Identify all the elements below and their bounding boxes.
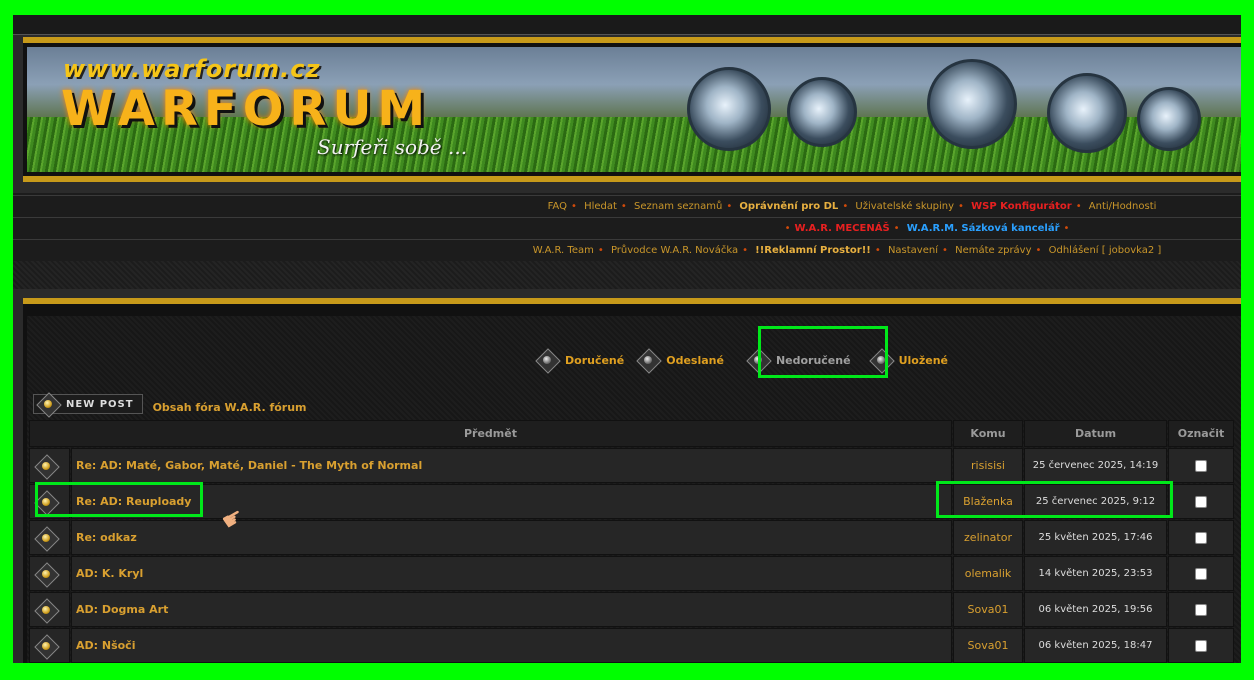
message-icon [36,600,56,620]
breadcrumb[interactable]: Obsah fóra W.A.R. fórum [153,401,307,414]
nav-wsp-configurator[interactable]: WSP Konfigurátor [971,201,1072,212]
message-mark-cell [1168,484,1234,519]
nav-ad-space[interactable]: !!Reklamní Prostor!! [755,245,871,256]
message-recipient[interactable]: zelinator [953,520,1023,555]
table-row[interactable]: AD: Nšoči Sova01 06 květen 2025, 18:47 [29,628,1237,663]
message-mark-cell [1168,448,1234,483]
nav-search[interactable]: Hledat [584,201,617,212]
header-date: Datum [1024,420,1167,447]
folder-sent[interactable]: Odeslané [638,350,724,370]
pm-folder-tabs: Doručené Odeslané Nedoručené Uložené [537,346,962,374]
message-date: 06 květen 2025, 19:56 [1024,592,1167,627]
table-row[interactable]: AD: Dogma Art Sova01 06 květen 2025, 19:56 [29,592,1237,628]
mark-checkbox[interactable] [1195,531,1207,544]
new-post-icon [38,394,58,414]
banner-slogan: Surfeři sobě ... [317,135,468,159]
nav-newbie-guide[interactable]: Průvodce W.A.R. Nováčka [611,245,738,256]
mark-checkbox[interactable] [1195,459,1207,472]
speaker-graphic [687,67,771,151]
message-icon [36,564,56,584]
folder-icon [638,350,658,370]
message-subject[interactable]: AD: K. Kryl [71,556,952,591]
divider-band [13,261,1241,289]
nav-anti-ranks[interactable]: Anti/Hodnosti [1089,201,1157,212]
nav-dl-permissions[interactable]: Oprávnění pro DL [739,201,838,212]
new-post-button[interactable]: NEW POST [33,394,143,414]
forum-page: www.warforum.cz WARFORUM Surfeři sobě ..… [13,15,1241,663]
message-mark-cell [1168,628,1234,663]
message-mark-cell [1168,520,1234,555]
mark-checkbox[interactable] [1195,495,1207,508]
speaker-graphic [1047,73,1127,153]
message-icon [36,528,56,548]
banner-url-text: www.warforum.cz [63,55,321,83]
table-row[interactable]: Re: odkaz zelinator 25 květen 2025, 17:46 [29,520,1237,556]
speaker-graphic [927,59,1017,149]
speaker-graphic [1137,87,1201,151]
nav-logout[interactable]: Odhlášení [ jobovka2 ] [1049,245,1162,256]
message-recipient[interactable]: Sova01 [953,628,1023,663]
message-icon-cell [29,628,70,663]
message-icon [36,636,56,656]
header-to: Komu [953,420,1023,447]
message-date: 25 květen 2025, 17:46 [1024,520,1167,555]
message-date: 14 květen 2025, 23:53 [1024,556,1167,591]
top-strip [13,15,1241,35]
message-recipient[interactable]: risisisi [953,448,1023,483]
nav-row-2: • W.A.R. MECENÁŠ • W.A.R.M. Sázková kancel… [13,217,1241,239]
header-mark: Označit [1168,420,1234,447]
mark-checkbox[interactable] [1195,567,1207,580]
banner-logo: WARFORUM [61,81,432,137]
message-mark-cell [1168,592,1234,627]
folder-inbox[interactable]: Doručené [537,350,624,370]
folder-icon [537,350,557,370]
toolbar: NEW POST Obsah fóra W.A.R. fórum [33,392,307,416]
nav-usergroups[interactable]: Uživatelské skupiny [855,201,954,212]
site-banner[interactable]: www.warforum.cz WARFORUM Surfeři sobě ..… [27,47,1241,172]
message-subject[interactable]: Re: odkaz [71,520,952,555]
nav-settings[interactable]: Nastavení [888,245,938,256]
message-icon [36,456,56,476]
table-row[interactable]: Re: AD: Maté, Gabor, Maté, Daniel - The … [29,448,1237,484]
mark-checkbox[interactable] [1195,639,1207,652]
header-subject: Předmět [29,420,952,447]
message-icon-cell [29,520,70,555]
message-date: 06 květen 2025, 18:47 [1024,628,1167,663]
nav-war-team[interactable]: W.A.R. Team [533,245,594,256]
speaker-graphic [787,77,857,147]
message-date: 25 červenec 2025, 14:19 [1024,448,1167,483]
highlight-folder-outbox [758,326,888,378]
table-row[interactable]: AD: K. Kryl olemalik 14 květen 2025, 23:53 [29,556,1237,592]
message-subject[interactable]: Re: AD: Maté, Gabor, Maté, Daniel - The … [71,448,952,483]
nav-memberlist[interactable]: Seznam seznamů [634,201,722,212]
nav-row-3: W.A.R. Team • Průvodce W.A.R. Nováčka • !!… [13,239,1241,261]
nav-betting-office[interactable]: W.A.R.M. Sázková kancelář [907,223,1060,234]
message-subject[interactable]: Re: AD: Reuploady [71,484,952,519]
message-icon-cell [29,556,70,591]
nav-messages[interactable]: Nemáte zprávy [955,245,1031,256]
message-icon-cell [29,592,70,627]
mark-checkbox[interactable] [1195,603,1207,616]
message-recipient[interactable]: Sova01 [953,592,1023,627]
highlight-recipient-date [936,481,1173,518]
message-icon-cell [29,448,70,483]
banner-frame: www.warforum.cz WARFORUM Surfeři sobě ..… [23,37,1241,182]
nav-faq[interactable]: FAQ [548,201,567,212]
nav-row-1: FAQ • Hledat • Seznam seznamů • Oprávnění p… [13,195,1241,217]
message-recipient[interactable]: olemalik [953,556,1023,591]
nav-mecenas[interactable]: W.A.R. MECENÁŠ [794,223,889,234]
message-subject[interactable]: AD: Nšoči [71,628,952,663]
highlight-subject [35,482,203,517]
message-subject[interactable]: AD: Dogma Art [71,592,952,627]
message-mark-cell [1168,556,1234,591]
